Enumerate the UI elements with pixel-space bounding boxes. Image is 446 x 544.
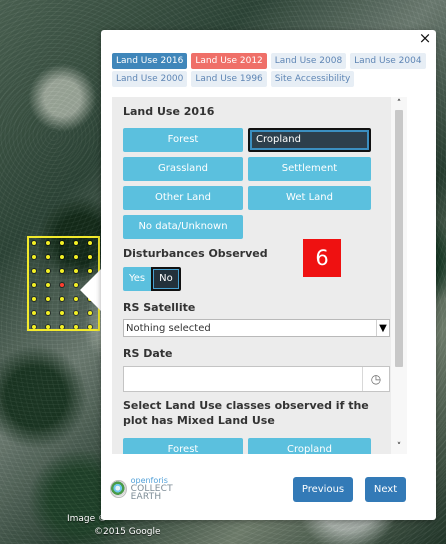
plot-sample-point — [88, 325, 92, 329]
plot-sample-point — [32, 269, 36, 273]
disturbances-toggle: Yes No — [123, 267, 397, 291]
plot-sample-point — [46, 297, 50, 301]
plot-sample-point — [32, 325, 36, 329]
plot-sample-point — [46, 325, 50, 329]
plot-sample-point — [60, 311, 64, 315]
plot-sample-point — [74, 325, 78, 329]
plot-sample-point — [32, 241, 36, 245]
tab-land-use-2016[interactable]: Land Use 2016 — [112, 53, 188, 69]
chevron-down-icon: ▼ — [376, 320, 389, 336]
tab-land-use-2004[interactable]: Land Use 2004 — [350, 53, 426, 69]
disturbances-title: Disturbances Observed — [123, 247, 268, 260]
land-use-option-other-land[interactable]: Other Land — [123, 186, 243, 210]
tab-land-use-2008[interactable]: Land Use 2008 — [270, 53, 347, 69]
step-badge: 6 — [303, 239, 341, 277]
plot-sample-point — [88, 255, 92, 259]
plot-sample-point — [74, 311, 78, 315]
land-use-option-grassland[interactable]: Grassland — [123, 157, 243, 181]
mixed-land-use-option-forest[interactable]: Forest — [123, 438, 243, 454]
popup-pointer — [80, 268, 102, 312]
plot-sample-point — [46, 311, 50, 315]
clock-icon[interactable]: ◷ — [362, 367, 389, 391]
next-button[interactable]: Next — [365, 477, 406, 502]
plot-sample-point — [60, 325, 64, 329]
plot-sample-point — [60, 297, 64, 301]
land-use-options: Forest Cropland Grassland Settlement Oth… — [123, 128, 397, 239]
plot-sample-point — [74, 297, 78, 301]
plot-sample-point — [32, 255, 36, 259]
tab-site-accessibility[interactable]: Site Accessibility — [270, 71, 355, 87]
plot-sample-point — [32, 311, 36, 315]
tab-land-use-2012[interactable]: Land Use 2012 — [191, 53, 267, 69]
survey-popup: × Land Use 2016 Land Use 2012 Land Use 2… — [101, 30, 436, 520]
land-use-option-forest[interactable]: Forest — [123, 128, 243, 152]
logo-line-2: COLLECT EARTH — [130, 484, 173, 502]
plot-sample-point — [74, 283, 78, 287]
scrollbar-thumb[interactable] — [395, 110, 403, 367]
map-credit-line-2: ©2015 Google — [94, 527, 161, 537]
rs-satellite-select[interactable]: Nothing selected ▼ — [123, 319, 390, 337]
plot-sample-point — [46, 283, 50, 287]
form-scrollbar[interactable]: ˄ ˅ — [391, 97, 407, 454]
chevron-down-icon[interactable]: ˅ — [391, 440, 407, 454]
plot-sample-point — [60, 241, 64, 245]
plot-sample-point — [46, 269, 50, 273]
popup-footer: openforis COLLECT EARTH Previous Next — [101, 466, 436, 520]
tab-land-use-1996[interactable]: Land Use 1996 — [191, 71, 267, 87]
land-use-option-no-data-unknown[interactable]: No data/Unknown — [123, 215, 243, 239]
plot-sample-point — [88, 241, 92, 245]
tab-row-1: Land Use 2016 Land Use 2012 Land Use 200… — [112, 53, 426, 69]
plot-sample-point — [32, 297, 36, 301]
rs-satellite-selected-value: Nothing selected — [126, 322, 211, 334]
mixed-land-use-title: Select Land Use classes observed if the … — [123, 399, 369, 427]
land-use-option-cropland[interactable]: Cropland — [248, 128, 371, 152]
tab-row-2: Land Use 2000 Land Use 1996 Site Accessi… — [112, 71, 418, 87]
plot-sample-point — [60, 255, 64, 259]
plot-sample-point — [60, 269, 64, 273]
plot-sample-point — [46, 255, 50, 259]
openforis-logo: openforis COLLECT EARTH — [110, 477, 200, 502]
plot-sample-point — [46, 241, 50, 245]
mixed-land-use-options: Forest Cropland — [123, 438, 397, 454]
rs-date-title: RS Date — [123, 347, 173, 360]
plot-sample-point — [32, 283, 36, 287]
rs-date-input[interactable]: ◷ — [123, 366, 390, 392]
close-button[interactable]: × — [418, 31, 432, 46]
land-use-title: Land Use 2016 — [123, 105, 215, 118]
tabs-area: Land Use 2016 Land Use 2012 Land Use 200… — [112, 53, 426, 89]
mixed-land-use-option-cropland[interactable]: Cropland — [248, 438, 371, 454]
land-use-option-settlement[interactable]: Settlement — [248, 157, 371, 181]
land-use-option-wet-land[interactable]: Wet Land — [248, 186, 371, 210]
satellite-map: Image © ©2015 Google × Land Use 2016 Lan… — [0, 0, 446, 544]
plot-sample-point — [74, 241, 78, 245]
rs-satellite-title: RS Satellite — [123, 301, 196, 314]
globe-icon — [110, 480, 127, 498]
plot-sample-point — [74, 255, 78, 259]
previous-button[interactable]: Previous — [293, 477, 353, 502]
survey-form-panel[interactable]: Land Use 2016 Forest Cropland Grassland … — [112, 97, 407, 454]
logo-text: openforis COLLECT EARTH — [130, 477, 200, 502]
plot-center-point — [60, 283, 64, 287]
tab-land-use-2000[interactable]: Land Use 2000 — [112, 71, 188, 87]
chevron-up-icon[interactable]: ˄ — [391, 97, 407, 111]
disturbances-yes-button[interactable]: Yes — [123, 267, 152, 291]
disturbances-no-button[interactable]: No — [151, 267, 181, 291]
plot-sample-point — [74, 269, 78, 273]
